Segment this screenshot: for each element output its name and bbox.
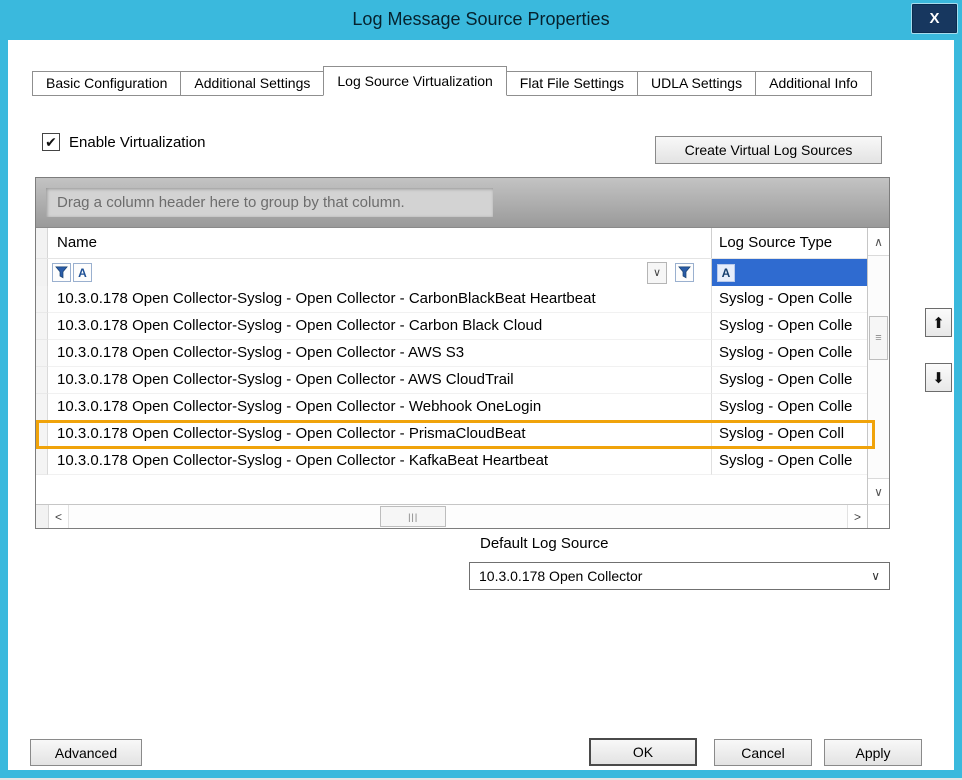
filter-letter-icon[interactable]: A	[73, 263, 92, 282]
log-source-type-cell: Syslog - Open Colle	[711, 394, 867, 421]
default-log-source-select[interactable]: 10.3.0.178 Open Collector ∨	[469, 562, 890, 590]
tab-strip: Basic ConfigurationAdditional SettingsLo…	[33, 66, 872, 96]
table-row[interactable]: 10.3.0.178 Open Collector-Syslog - Open …	[36, 448, 867, 475]
dialog-title: Log Message Source Properties	[0, 0, 962, 30]
log-source-name-cell: 10.3.0.178 Open Collector-Syslog - Open …	[48, 286, 711, 313]
move-down-button[interactable]: ⬇	[925, 363, 952, 392]
scroll-down-button[interactable]: ∨	[868, 478, 889, 504]
scroll-left-button[interactable]: <	[49, 505, 69, 528]
vertical-scrollbar[interactable]: ∧ ≡ ∨	[867, 228, 889, 528]
tab-udla-settings[interactable]: UDLA Settings	[637, 71, 756, 96]
close-button[interactable]: X	[911, 3, 958, 34]
log-source-name-cell: 10.3.0.178 Open Collector-Syslog - Open …	[48, 340, 711, 367]
row-indicator[interactable]	[36, 394, 48, 421]
table-row[interactable]: 10.3.0.178 Open Collector-Syslog - Open …	[36, 340, 867, 367]
tab-additional-info[interactable]: Additional Info	[755, 71, 872, 96]
group-by-hint: Drag a column header here to group by th…	[46, 188, 493, 217]
move-up-button[interactable]: ⬆	[925, 308, 952, 337]
filter-funnel-icon[interactable]	[675, 263, 694, 282]
table-row[interactable]: 10.3.0.178 Open Collector-Syslog - Open …	[36, 367, 867, 394]
tab-basic-configuration[interactable]: Basic Configuration	[32, 71, 181, 96]
filter-funnel-icon[interactable]	[52, 263, 71, 282]
log-source-name-cell: 10.3.0.178 Open Collector-Syslog - Open …	[48, 421, 711, 448]
row-indicator[interactable]	[36, 448, 48, 475]
horizontal-scroll-track[interactable]: |||	[69, 505, 847, 528]
log-source-type-cell: Syslog - Open Colle	[711, 286, 867, 313]
checkbox-label: Enable Virtualization	[69, 134, 205, 151]
table-row[interactable]: 10.3.0.178 Open Collector-Syslog - Open …	[36, 286, 867, 313]
filter-letter-icon: A	[717, 264, 735, 282]
name-filter-cell[interactable]: A ∨	[48, 259, 711, 286]
enable-virtualization-checkbox[interactable]: ✔ Enable Virtualization	[42, 133, 205, 151]
filter-dropdown-button[interactable]: ∨	[647, 262, 667, 284]
vertical-scroll-thumb[interactable]: ≡	[869, 316, 888, 360]
create-virtual-log-sources-button[interactable]: Create Virtual Log Sources	[655, 136, 882, 164]
scroll-right-button[interactable]: >	[847, 505, 867, 528]
cancel-button[interactable]: Cancel	[714, 739, 812, 766]
log-source-name-cell: 10.3.0.178 Open Collector-Syslog - Open …	[48, 448, 711, 475]
group-by-bar[interactable]: Drag a column header here to group by th…	[36, 178, 889, 228]
row-indicator[interactable]	[36, 286, 48, 313]
log-source-type-cell: Syslog - Open Colle	[711, 340, 867, 367]
log-source-type-cell: Syslog - Open Colle	[711, 367, 867, 394]
tab-additional-settings[interactable]: Additional Settings	[180, 71, 324, 96]
horizontal-scroll-thumb[interactable]: |||	[380, 506, 446, 527]
tab-log-source-virtualization[interactable]: Log Source Virtualization	[323, 66, 506, 96]
vertical-scroll-track[interactable]: ≡	[868, 256, 889, 478]
log-message-source-properties-dialog: Log Message Source Properties X Basic Co…	[0, 0, 962, 778]
log-source-type-cell: Syslog - Open Colle	[711, 448, 867, 475]
check-icon: ✔	[45, 134, 57, 151]
advanced-button[interactable]: Advanced	[30, 739, 142, 766]
column-header-name[interactable]: Name	[48, 228, 711, 258]
filter-row-indicator	[36, 259, 48, 286]
ok-button[interactable]: OK	[589, 738, 697, 766]
horizontal-scrollbar[interactable]: < ||| >	[36, 504, 867, 528]
log-source-name-cell: 10.3.0.178 Open Collector-Syslog - Open …	[48, 367, 711, 394]
grid-filter-row: A ∨ A	[36, 258, 867, 286]
grid-columns-area: Name Log Source Type A ∨	[36, 228, 867, 528]
log-source-type-cell: Syslog - Open Colle	[711, 313, 867, 340]
table-row[interactable]: 10.3.0.178 Open Collector-Syslog - Open …	[36, 421, 867, 448]
default-log-source-label: Default Log Source	[480, 535, 608, 552]
title-bar: Log Message Source Properties X	[0, 0, 962, 40]
checkbox-box[interactable]: ✔	[42, 133, 60, 151]
apply-button[interactable]: Apply	[824, 739, 922, 766]
log-source-name-cell: 10.3.0.178 Open Collector-Syslog - Open …	[48, 394, 711, 421]
column-header-log-source-type[interactable]: Log Source Type	[711, 228, 867, 258]
table-row[interactable]: 10.3.0.178 Open Collector-Syslog - Open …	[36, 394, 867, 421]
grid-rows: 10.3.0.178 Open Collector-Syslog - Open …	[36, 286, 867, 504]
row-indicator[interactable]	[36, 340, 48, 367]
dialog-body: Basic ConfigurationAdditional SettingsLo…	[8, 40, 954, 770]
header-row-indicator	[36, 228, 48, 258]
log-source-type-cell: Syslog - Open Coll	[711, 421, 867, 448]
row-indicator[interactable]	[36, 313, 48, 340]
table-row[interactable]: 10.3.0.178 Open Collector-Syslog - Open …	[36, 313, 867, 340]
grid-header-row: Name Log Source Type	[36, 228, 867, 258]
log-source-name-cell: 10.3.0.178 Open Collector-Syslog - Open …	[48, 313, 711, 340]
tab-flat-file-settings[interactable]: Flat File Settings	[506, 71, 638, 96]
scrollbar-corner	[36, 505, 49, 528]
scrollbar-corner	[868, 504, 889, 528]
scroll-up-button[interactable]: ∧	[868, 228, 889, 256]
type-filter-cell-selected[interactable]: A	[711, 259, 867, 286]
chevron-down-icon: ∨	[871, 569, 880, 583]
row-indicator[interactable]	[36, 367, 48, 394]
log-sources-grid: Drag a column header here to group by th…	[35, 177, 890, 529]
default-log-source-value: 10.3.0.178 Open Collector	[479, 568, 871, 584]
grid-main: Name Log Source Type A ∨	[36, 228, 889, 528]
screen: Log Message Source Properties X Basic Co…	[0, 0, 962, 780]
row-indicator[interactable]	[36, 421, 48, 448]
